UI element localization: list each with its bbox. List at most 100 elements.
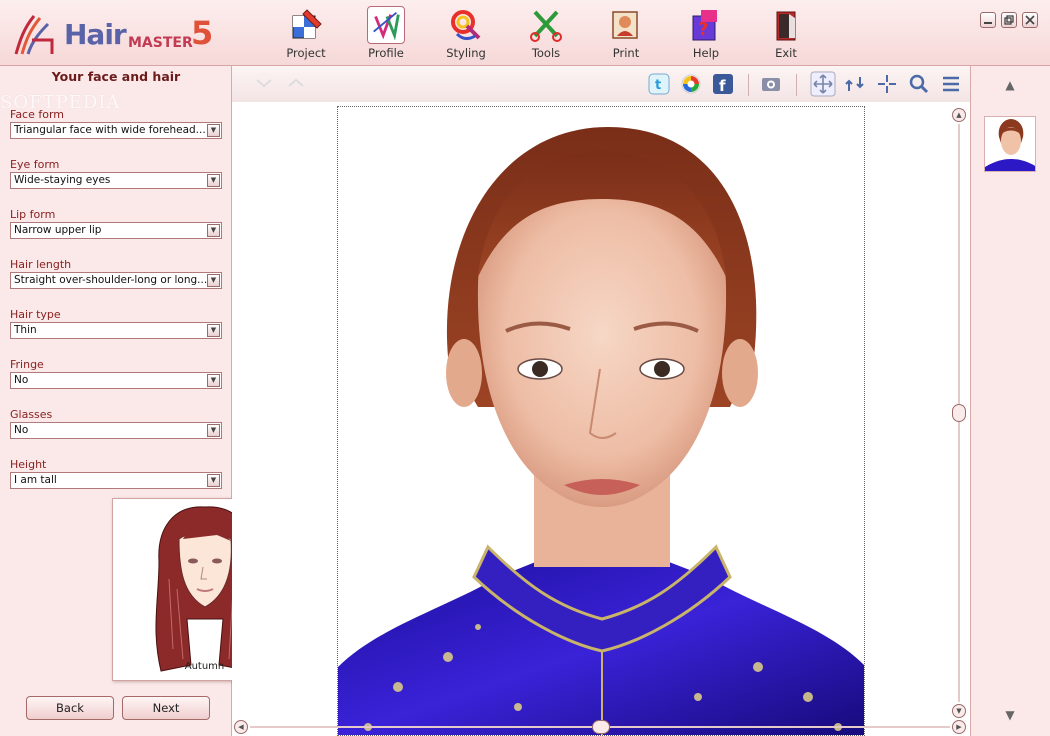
scroll-right-icon[interactable]: ▶	[952, 720, 966, 734]
chevron-down-icon[interactable]: ▼	[207, 174, 220, 187]
camera-icon[interactable]	[760, 73, 782, 95]
height-label: Height	[10, 458, 47, 471]
facebook-icon[interactable]: f	[712, 73, 734, 95]
horizontal-scrollbar[interactable]: ◀ ▶	[232, 720, 970, 734]
logo-master: MASTER	[128, 35, 193, 51]
chevron-down-icon[interactable]: ▼	[207, 474, 220, 487]
toolbar-tools-label: Tools	[531, 46, 561, 60]
exit-icon	[776, 11, 796, 41]
thumbnail-image	[985, 117, 1035, 171]
svg-text:f: f	[719, 77, 726, 95]
panel-title: Your face and hair	[51, 69, 181, 84]
scroll-thumb[interactable]	[952, 404, 966, 422]
thumbnail-down-icon[interactable]: ▼	[1001, 708, 1019, 722]
height-field: Height I am tall ▼	[10, 458, 222, 489]
logo-word: Hair	[64, 18, 127, 51]
glasses-value: No	[14, 424, 29, 436]
hair-type-select[interactable]: Thin ▼	[10, 322, 222, 339]
print-icon	[612, 11, 638, 39]
lip-form-label: Lip form	[10, 208, 56, 221]
menu-icon[interactable]	[940, 73, 962, 95]
portrait-thumbnail[interactable]	[984, 116, 1036, 172]
styling-icon	[451, 10, 481, 41]
toolbar-exit-button[interactable]: Exit	[753, 6, 819, 62]
toolbar-profile-button[interactable]: Profile	[353, 6, 419, 62]
toolbar-help-label: Help	[692, 46, 720, 60]
toolbar-tools-button[interactable]: Tools	[513, 6, 579, 62]
eye-form-select[interactable]: Wide-staying eyes ▼	[10, 172, 222, 189]
glasses-field: Glasses No ▼	[10, 408, 222, 439]
toolbar-help-button[interactable]: ? Help	[673, 6, 739, 62]
vertical-scrollbar[interactable]: ▲ ▼	[952, 108, 966, 718]
logo-version: 5	[191, 14, 214, 52]
scroll-thumb[interactable]	[592, 720, 610, 734]
toolbar-project-button[interactable]: Project	[273, 6, 339, 62]
toolbar-styling-label: Styling	[446, 46, 486, 60]
close-button[interactable]	[1022, 12, 1038, 28]
lip-form-select[interactable]: Narrow upper lip ▼	[10, 222, 222, 239]
fringe-label: Fringe	[10, 358, 44, 371]
chevron-down-icon[interactable]: ▼	[207, 224, 220, 237]
face-form-value: Triangular face with wide forehead...	[14, 124, 206, 136]
toolbar-exit-label: Exit	[775, 46, 797, 60]
twitter-icon[interactable]: t	[648, 73, 670, 95]
scroll-down-icon[interactable]: ▼	[952, 704, 966, 718]
chevron-down-icon[interactable]: ▼	[207, 274, 220, 287]
hair-length-field: Hair length Straight over-shoulder-long …	[10, 258, 222, 289]
chevron-down-icon[interactable]: ▼	[207, 424, 220, 437]
thumbnail-panel: ▲ ▼	[970, 66, 1050, 736]
help-icon: ?	[692, 10, 717, 41]
thumbnail-up-icon[interactable]: ▲	[1001, 78, 1019, 92]
toolbar-styling-button[interactable]: Styling	[433, 6, 499, 62]
app-header: Hair MASTER 5 Project Profile Styling To…	[0, 0, 1050, 66]
next-button[interactable]: Next	[122, 696, 210, 720]
svg-text:t: t	[655, 78, 661, 93]
crosshair-icon[interactable]	[876, 73, 898, 95]
logo-mark-icon	[14, 15, 54, 55]
minimize-icon	[984, 22, 992, 24]
height-select[interactable]: I am tall ▼	[10, 472, 222, 489]
hair-type-label: Hair type	[10, 308, 61, 321]
face-form-select[interactable]: Triangular face with wide forehead... ▼	[10, 122, 222, 139]
toolbar-profile-label: Profile	[368, 46, 404, 60]
eye-form-label: Eye form	[10, 158, 60, 171]
scroll-up-icon[interactable]: ▲	[952, 108, 966, 122]
photo-workspace: t f ▲ ▼ ◀ ▶	[232, 66, 970, 736]
chevron-down-icon[interactable]	[254, 76, 274, 90]
fringe-select[interactable]: No ▼	[10, 372, 222, 389]
lip-form-field: Lip form Narrow upper lip ▼	[10, 208, 222, 239]
hair-length-select[interactable]: Straight over-shoulder-long or long... ▼	[10, 272, 222, 289]
maximize-button[interactable]	[1001, 12, 1017, 28]
tools-icon	[530, 10, 562, 42]
face-form-field: Face form Triangular face with wide fore…	[10, 108, 222, 139]
restore-icon	[1004, 15, 1014, 25]
app-logo: Hair MASTER 5	[8, 8, 228, 58]
share-icon[interactable]	[680, 73, 702, 95]
chevron-down-icon[interactable]: ▼	[207, 124, 220, 137]
portrait-photo[interactable]	[337, 106, 865, 736]
chevron-down-icon[interactable]: ▼	[207, 374, 220, 387]
close-icon	[1025, 15, 1035, 25]
fringe-field: Fringe No ▼	[10, 358, 222, 389]
glasses-select[interactable]: No ▼	[10, 422, 222, 439]
face-form-label: Face form	[10, 108, 65, 121]
fringe-value: No	[14, 374, 29, 386]
toolbar-separator	[748, 74, 749, 96]
scroll-left-icon[interactable]: ◀	[234, 720, 248, 734]
chevron-up-icon[interactable]	[286, 76, 306, 90]
minimize-button[interactable]	[980, 12, 996, 28]
eye-form-value: Wide-staying eyes	[14, 174, 111, 186]
back-button[interactable]: Back	[26, 696, 114, 720]
rotate-icon[interactable]	[844, 73, 866, 95]
move-icon[interactable]	[810, 71, 836, 97]
height-value: I am tall	[14, 474, 57, 486]
hair-type-field: Hair type Thin ▼	[10, 308, 222, 339]
hair-length-value: Straight over-shoulder-long or long...	[14, 274, 208, 286]
zoom-icon[interactable]	[908, 73, 930, 95]
toolbar-separator	[796, 74, 797, 96]
svg-text:?: ?	[698, 19, 708, 40]
toolbar-print-button[interactable]: Print	[593, 6, 659, 62]
chevron-down-icon[interactable]: ▼	[207, 324, 220, 337]
toolbar-print-label: Print	[612, 46, 640, 60]
glasses-label: Glasses	[10, 408, 53, 421]
